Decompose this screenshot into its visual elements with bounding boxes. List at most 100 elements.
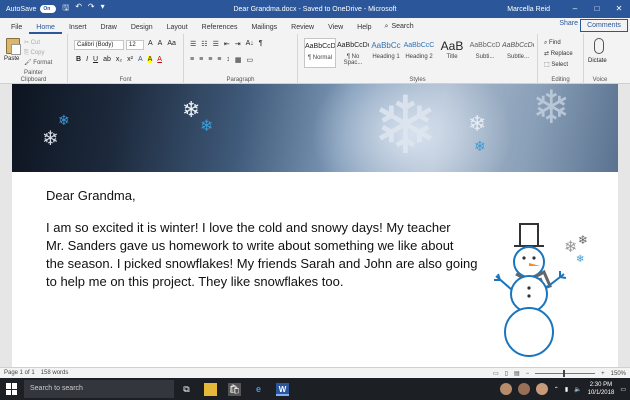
tab-file[interactable]: File (4, 24, 29, 34)
focus-mode-icon[interactable]: ▭ (493, 370, 499, 377)
word-taskbar-icon[interactable]: W (276, 382, 289, 396)
document-area[interactable]: ❄ ❄ ❄ ❄ ❄ ❄ ❄ ❄ Dear Grandma, I am so ex… (0, 84, 630, 367)
style-heading-1[interactable]: AaBbCc Heading 1 (370, 38, 402, 68)
share-button[interactable]: Share (559, 20, 578, 27)
tab-draw[interactable]: Draw (93, 24, 123, 34)
dictate-button[interactable]: Dictate (588, 58, 607, 64)
letter-line[interactable]: Mr. Sanders gave us homework to write ab… (46, 237, 486, 255)
page-count[interactable]: Page 1 of 1 (4, 370, 35, 376)
style-normal[interactable]: AaBbCcDc ¶ Normal (304, 38, 336, 68)
style-subtle-emphasis[interactable]: AaBbCcDc Subtle... (502, 38, 534, 68)
underline-button[interactable]: U (93, 56, 98, 63)
autosave-toggle[interactable]: On (40, 5, 57, 13)
format-painter-button[interactable]: 🖌 Format Painter (24, 58, 67, 78)
clock[interactable]: 2:30 PM 10/1/2018 (588, 381, 615, 397)
grow-font-button[interactable]: A (148, 40, 153, 47)
highlight-button[interactable]: A (147, 56, 153, 63)
tab-home[interactable]: Home (29, 24, 62, 34)
italic-button[interactable]: I (86, 56, 88, 63)
task-view-icon[interactable]: ⧉ (180, 383, 193, 396)
find-button[interactable]: ⌕ Find (544, 38, 573, 49)
copy-button[interactable]: ⎘ Copy (24, 48, 67, 58)
tab-view[interactable]: View (321, 24, 350, 34)
edge-icon[interactable]: e (252, 383, 265, 396)
style-title[interactable]: AaB Title (436, 38, 468, 68)
store-icon[interactable]: 🛍 (228, 382, 241, 396)
network-icon[interactable]: ▮ (565, 386, 568, 393)
customize-qat-icon[interactable]: ▾ (101, 2, 105, 16)
tab-references[interactable]: References (195, 24, 245, 34)
redo-icon[interactable]: ↷ (88, 2, 95, 16)
shading-button[interactable]: ▦ (235, 56, 242, 64)
text-effects-button[interactable]: A (138, 56, 143, 63)
search-box[interactable]: ⌕ Search (385, 23, 414, 34)
multilevel-list-button[interactable]: ☰ (213, 40, 219, 48)
font-family-select[interactable]: Calibri (Body) (74, 40, 124, 50)
paste-icon[interactable] (6, 38, 21, 55)
maximize-button[interactable]: □ (586, 0, 608, 18)
volume-icon[interactable]: 🔈 (574, 386, 581, 393)
minimize-button[interactable]: – (564, 0, 586, 18)
align-right-button[interactable]: ≡ (208, 56, 212, 64)
letter-line[interactable]: to help me on this project. They like sn… (46, 273, 486, 291)
zoom-level[interactable]: 150% (611, 371, 626, 377)
chevron-up-icon[interactable]: ⌃ (554, 386, 559, 393)
read-mode-icon[interactable]: ▯ (505, 370, 508, 377)
user-name[interactable]: Marcella Reid (507, 6, 550, 13)
comments-button[interactable]: Comments (580, 19, 628, 32)
select-button[interactable]: ⬚ Select (544, 60, 573, 71)
tab-insert[interactable]: Insert (62, 24, 94, 34)
replace-button[interactable]: ⇄ Replace (544, 49, 573, 60)
style-heading-2[interactable]: AaBbCcC Heading 2 (403, 38, 435, 68)
style-no-spacing[interactable]: AaBbCcDc ¶ No Spac... (337, 38, 369, 68)
bold-button[interactable]: B (76, 56, 81, 63)
avatar[interactable] (517, 383, 530, 395)
zoom-in-icon[interactable]: + (601, 371, 605, 377)
zoom-out-icon[interactable]: − (526, 371, 530, 377)
paste-button[interactable]: Paste (4, 56, 19, 62)
align-center-button[interactable]: ≡ (199, 56, 203, 64)
avatar[interactable] (499, 383, 512, 395)
zoom-thumb[interactable] (563, 370, 566, 377)
shrink-font-button[interactable]: A (158, 40, 163, 47)
style-subtitle[interactable]: AaBbCcD Subti... (469, 38, 501, 68)
letter-greeting[interactable]: Dear Grandma, (46, 188, 486, 203)
tab-design[interactable]: Design (124, 24, 160, 34)
print-layout-icon[interactable]: ▤ (514, 370, 520, 377)
windows-start-icon[interactable] (6, 383, 18, 395)
cut-button[interactable]: ✂ Cut (24, 38, 67, 48)
file-explorer-icon[interactable] (204, 382, 217, 396)
document-page[interactable]: ❄ ❄ ❄ ❄ ❄ ❄ ❄ ❄ Dear Grandma, I am so ex… (12, 84, 618, 367)
increase-indent-button[interactable]: ⇥ (235, 40, 241, 48)
superscript-button[interactable]: x² (127, 56, 133, 63)
tab-mailings[interactable]: Mailings (244, 24, 284, 34)
word-count[interactable]: 158 words (41, 370, 69, 376)
change-case-button[interactable]: Aa (167, 40, 176, 47)
zoom-slider[interactable] (535, 370, 596, 377)
align-left-button[interactable]: ≡ (190, 56, 194, 64)
microphone-icon[interactable] (594, 38, 604, 54)
letter-body[interactable]: Dear Grandma, I am so excited it is wint… (46, 188, 486, 291)
tab-layout[interactable]: Layout (160, 24, 195, 34)
bullets-button[interactable]: ☰ (190, 40, 196, 48)
line-spacing-button[interactable]: ↕ (226, 56, 230, 64)
letter-line[interactable]: I am so excited it is winter! I love the… (46, 219, 486, 237)
avatar[interactable] (535, 383, 548, 395)
letter-line[interactable]: the season. I picked snowflakes! My frie… (46, 255, 486, 273)
subscript-button[interactable]: x₂ (116, 56, 122, 63)
sort-button[interactable]: A↓ (246, 40, 254, 48)
notifications-icon[interactable]: ▭ (620, 386, 626, 393)
justify-button[interactable]: ≡ (217, 56, 221, 64)
decrease-indent-button[interactable]: ⇤ (224, 40, 230, 48)
tab-review[interactable]: Review (284, 24, 321, 34)
borders-button[interactable]: ▭ (247, 56, 254, 64)
font-color-button[interactable]: A (157, 56, 162, 63)
close-button[interactable]: ✕ (608, 0, 630, 18)
tab-help[interactable]: Help (350, 24, 378, 34)
undo-icon[interactable]: ↶ (75, 2, 82, 16)
save-icon[interactable]: 🖫 (62, 2, 69, 16)
show-formatting-button[interactable]: ¶ (259, 40, 263, 48)
strikethrough-button[interactable]: ab (103, 56, 111, 63)
font-size-select[interactable]: 12 (126, 40, 144, 50)
numbering-button[interactable]: ☷ (201, 40, 207, 48)
